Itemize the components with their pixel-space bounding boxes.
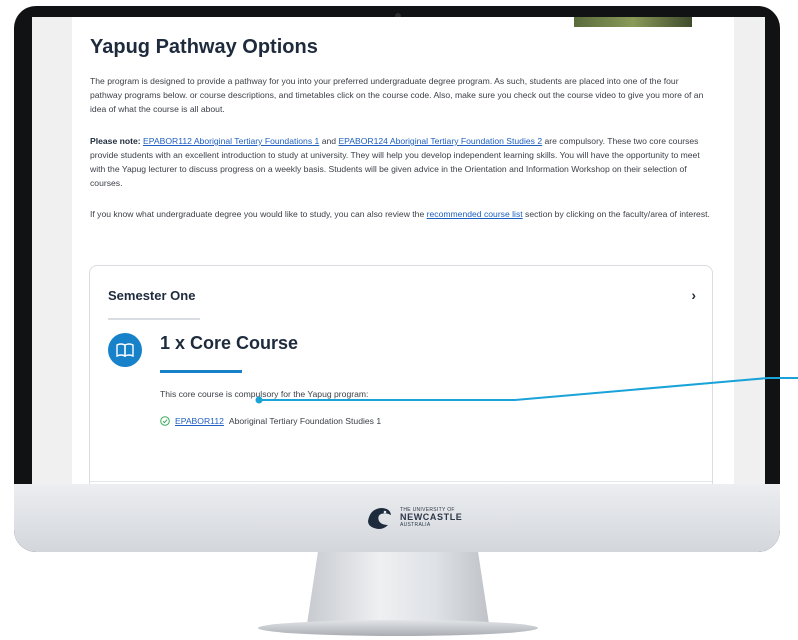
note-and: and	[319, 136, 339, 146]
course-item: EPABOR112 Aboriginal Tertiary Foundation…	[160, 416, 381, 426]
core-title-underline	[160, 370, 242, 373]
logo-country: AUSTRALIA	[400, 521, 431, 528]
core-course-description: This core course is compulsory for the Y…	[160, 389, 369, 399]
course-code-link[interactable]: EPABOR112	[175, 416, 224, 426]
header-image-strip	[574, 17, 692, 27]
book-icon	[108, 333, 142, 367]
monitor-chin: THE UNIVERSITY OF NEWCASTLE AUSTRALIA	[14, 484, 780, 552]
heading-divider	[108, 318, 200, 320]
card-divider	[90, 481, 712, 482]
university-logo: THE UNIVERSITY OF NEWCASTLE AUSTRALIA	[364, 498, 474, 538]
course-link-epabor112[interactable]: EPABOR112 Aboriginal Tertiary Foundation…	[143, 136, 319, 146]
recommended-text-before: If you know what undergraduate degree yo…	[90, 209, 427, 219]
recommended-paragraph: If you know what undergraduate degree yo…	[90, 207, 712, 221]
course-name: Aboriginal Tertiary Foundation Studies 1	[228, 416, 382, 426]
check-circle-icon	[160, 416, 170, 426]
monitor-stand-neck	[307, 552, 489, 624]
logo-text: THE UNIVERSITY OF NEWCASTLE AUSTRALIA	[400, 507, 462, 529]
semester-card: Semester One › 1 x Core Course This core…	[89, 265, 713, 484]
course-link-epabor124[interactable]: EPABOR124 Aboriginal Tertiary Foundation…	[338, 136, 542, 146]
page-title: Yapug Pathway Options	[90, 36, 318, 58]
web-page: Yapug Pathway Options The program is des…	[72, 17, 734, 484]
chevron-right-icon[interactable]: ›	[691, 287, 696, 303]
recommended-course-list-link[interactable]: recommended course list	[427, 209, 523, 219]
note-label: Please note:	[90, 136, 141, 146]
note-paragraph: Please note: EPABOR112 Aboriginal Tertia…	[90, 134, 712, 190]
semester-heading[interactable]: Semester One	[108, 288, 195, 303]
recommended-text-after: section by clicking on the faculty/area …	[522, 209, 710, 219]
intro-paragraph: The program is designed to provide a pat…	[90, 76, 704, 114]
monitor-screen: Yapug Pathway Options The program is des…	[32, 17, 765, 484]
monitor-stand-base	[258, 620, 538, 636]
university-logo-icon	[368, 508, 391, 529]
core-course-title: 1 x Core Course	[160, 333, 299, 353]
